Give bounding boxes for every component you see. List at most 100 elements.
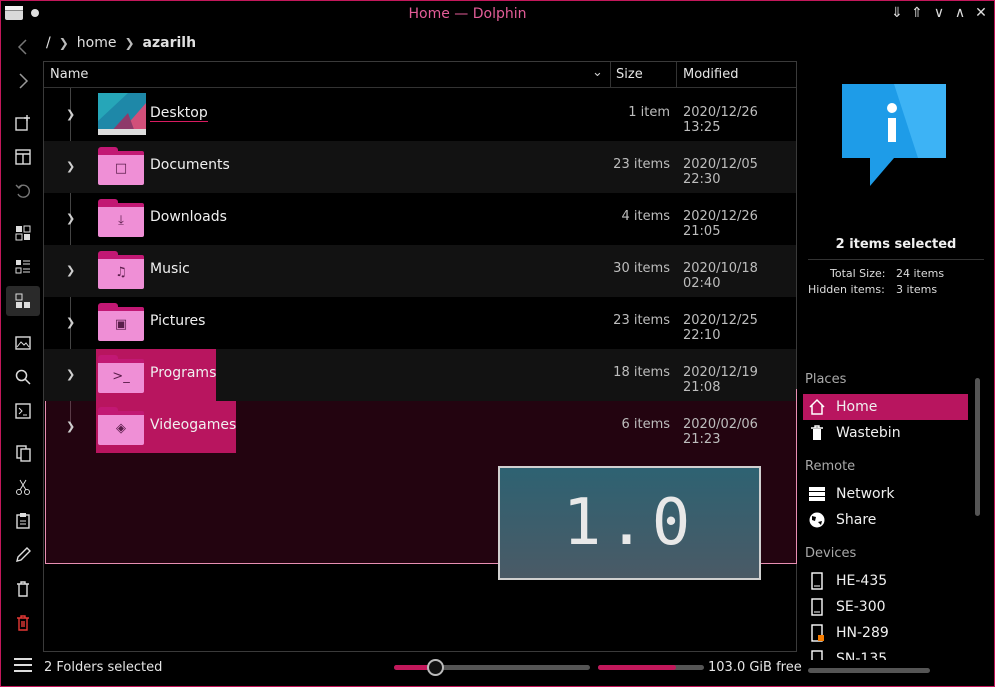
places-item-label: SE-300 [836,599,886,615]
expand-chevron-icon[interactable]: ❯ [66,212,75,225]
column-name[interactable]: Name [50,67,88,82]
breadcrumb-root[interactable]: / [46,35,51,51]
table-row[interactable]: ❯ ♫ Music 30 items 2020/10/18 02:40 [44,245,796,297]
back-button[interactable] [6,32,40,62]
table-row[interactable]: ❯ ▣ Pictures 23 items 2020/12/25 22:10 [44,297,796,349]
table-row[interactable]: ❯ ⤓ Downloads 4 items 2020/12/26 21:05 [44,193,796,245]
places-item-home[interactable]: Home [803,394,968,420]
compact-view-button[interactable] [6,252,40,282]
trash-icon [17,581,29,597]
file-size: 4 items [621,209,670,224]
preview-button[interactable] [6,328,40,358]
file-name[interactable]: Documents [150,157,230,173]
terminal-button[interactable] [6,396,40,426]
drive-warning-icon [808,624,826,642]
folder-music-icon: ♫ [98,251,144,289]
undo-button[interactable] [6,176,40,206]
column-divider[interactable] [676,62,677,88]
move-to-trash-button[interactable] [6,574,40,604]
file-modified: 2020/02/06 21:23 [683,417,758,447]
maximize-icon[interactable]: ∧ [951,4,969,22]
free-space-bar[interactable] [598,665,704,670]
back-arrow-icon [17,39,27,55]
remote-group-label: Remote [805,459,856,474]
pencil-icon [16,547,31,562]
expand-chevron-icon[interactable]: ❯ [66,108,75,121]
expand-chevron-icon[interactable]: ❯ [66,368,75,381]
hamburger-menu-icon[interactable] [14,658,32,672]
column-divider[interactable] [610,62,611,88]
scissors-icon [16,479,30,495]
breadcrumb-home[interactable]: home [77,35,117,51]
sort-chevron-down-icon[interactable]: ⌄ [592,65,603,80]
table-row[interactable]: ❯ Desktop 1 item 2020/12/26 13:25 [44,89,796,141]
places-item-share[interactable]: Share [803,507,968,533]
file-modified: 2020/12/26 13:25 [683,105,758,135]
shade-down-icon[interactable]: ⇓ [888,4,906,22]
table-row[interactable]: ❯ >_ Programs 18 items 2020/12/19 21:08 [44,349,796,401]
places-item-device[interactable]: HE-435 [803,568,968,594]
cut-button[interactable] [6,472,40,502]
file-name[interactable]: Desktop [150,105,208,122]
delete-trash-icon [17,615,29,631]
places-scrollbar-vertical[interactable] [975,378,980,516]
close-icon[interactable]: ✕ [972,4,990,22]
paste-button[interactable] [6,506,40,536]
devices-group-label: Devices [805,546,857,561]
icons-view-button[interactable] [6,218,40,248]
places-item-device[interactable]: HN-289 [803,620,968,646]
file-size: 23 items [613,313,670,328]
column-size[interactable]: Size [616,67,643,82]
details-view-button[interactable] [6,286,40,316]
search-button[interactable] [6,362,40,392]
info-divider [808,259,984,260]
zoom-slider[interactable] [394,659,590,676]
new-tab-button[interactable] [6,108,40,138]
places-item-device[interactable]: SN-135 [803,646,968,660]
places-scrollbar-horizontal[interactable] [808,668,930,673]
version-overlay-text: 1.0 [562,486,697,560]
file-name[interactable]: Videogames [150,417,236,433]
places-panel: Places Home Wastebin Remote Network Shar… [800,370,970,660]
file-name[interactable]: Downloads [150,209,227,225]
column-modified[interactable]: Modified [683,67,738,82]
new-tab-icon [15,115,30,131]
file-name[interactable]: Music [150,261,190,277]
places-item-label: HE-435 [836,573,888,589]
folder-documents-icon: □ [98,147,144,185]
folder-gamepad-icon: ◈ [98,407,144,445]
file-size: 1 item [628,105,670,120]
delete-button[interactable] [6,608,40,638]
expand-chevron-icon[interactable]: ❯ [66,160,75,173]
drive-icon [808,598,826,616]
file-size: 6 items [621,417,670,432]
table-row[interactable]: ❯ ◈ Videogames 6 items 2020/02/06 21:23 [44,401,796,453]
file-name[interactable]: Programs [150,365,216,381]
breadcrumb-current[interactable]: azarilh [143,35,197,51]
expand-chevron-icon[interactable]: ❯ [66,420,75,433]
folder-download-icon: ⤓ [98,199,144,237]
table-row[interactable]: ❯ □ Documents 23 items 2020/12/05 22:30 [44,141,796,193]
places-item-device[interactable]: SE-300 [803,594,968,620]
file-name[interactable]: Pictures [150,313,205,329]
chevron-right-icon: ❯ [58,36,69,50]
places-item-wastebin[interactable]: Wastebin [803,420,968,446]
copy-button[interactable] [6,438,40,468]
image-preview-icon [15,336,31,350]
file-modified: 2020/12/25 22:10 [683,313,758,343]
status-selection-text: 2 Folders selected [44,660,163,675]
window-title: Home — Dolphin [408,6,527,22]
version-overlay: 1.0 [498,466,761,580]
minimize-icon[interactable]: ∨ [930,4,948,22]
places-item-network[interactable]: Network [803,481,968,507]
split-view-button[interactable] [6,142,40,172]
keep-above-icon[interactable]: ⇑ [908,4,926,22]
trash-icon [808,424,826,442]
forward-button[interactable] [6,66,40,96]
forward-arrow-icon [19,73,29,89]
globe-icon [808,511,826,529]
free-space-text: 103.0 GiB free [708,660,802,675]
expand-chevron-icon[interactable]: ❯ [66,316,75,329]
rename-button[interactable] [6,540,40,570]
expand-chevron-icon[interactable]: ❯ [66,264,75,277]
